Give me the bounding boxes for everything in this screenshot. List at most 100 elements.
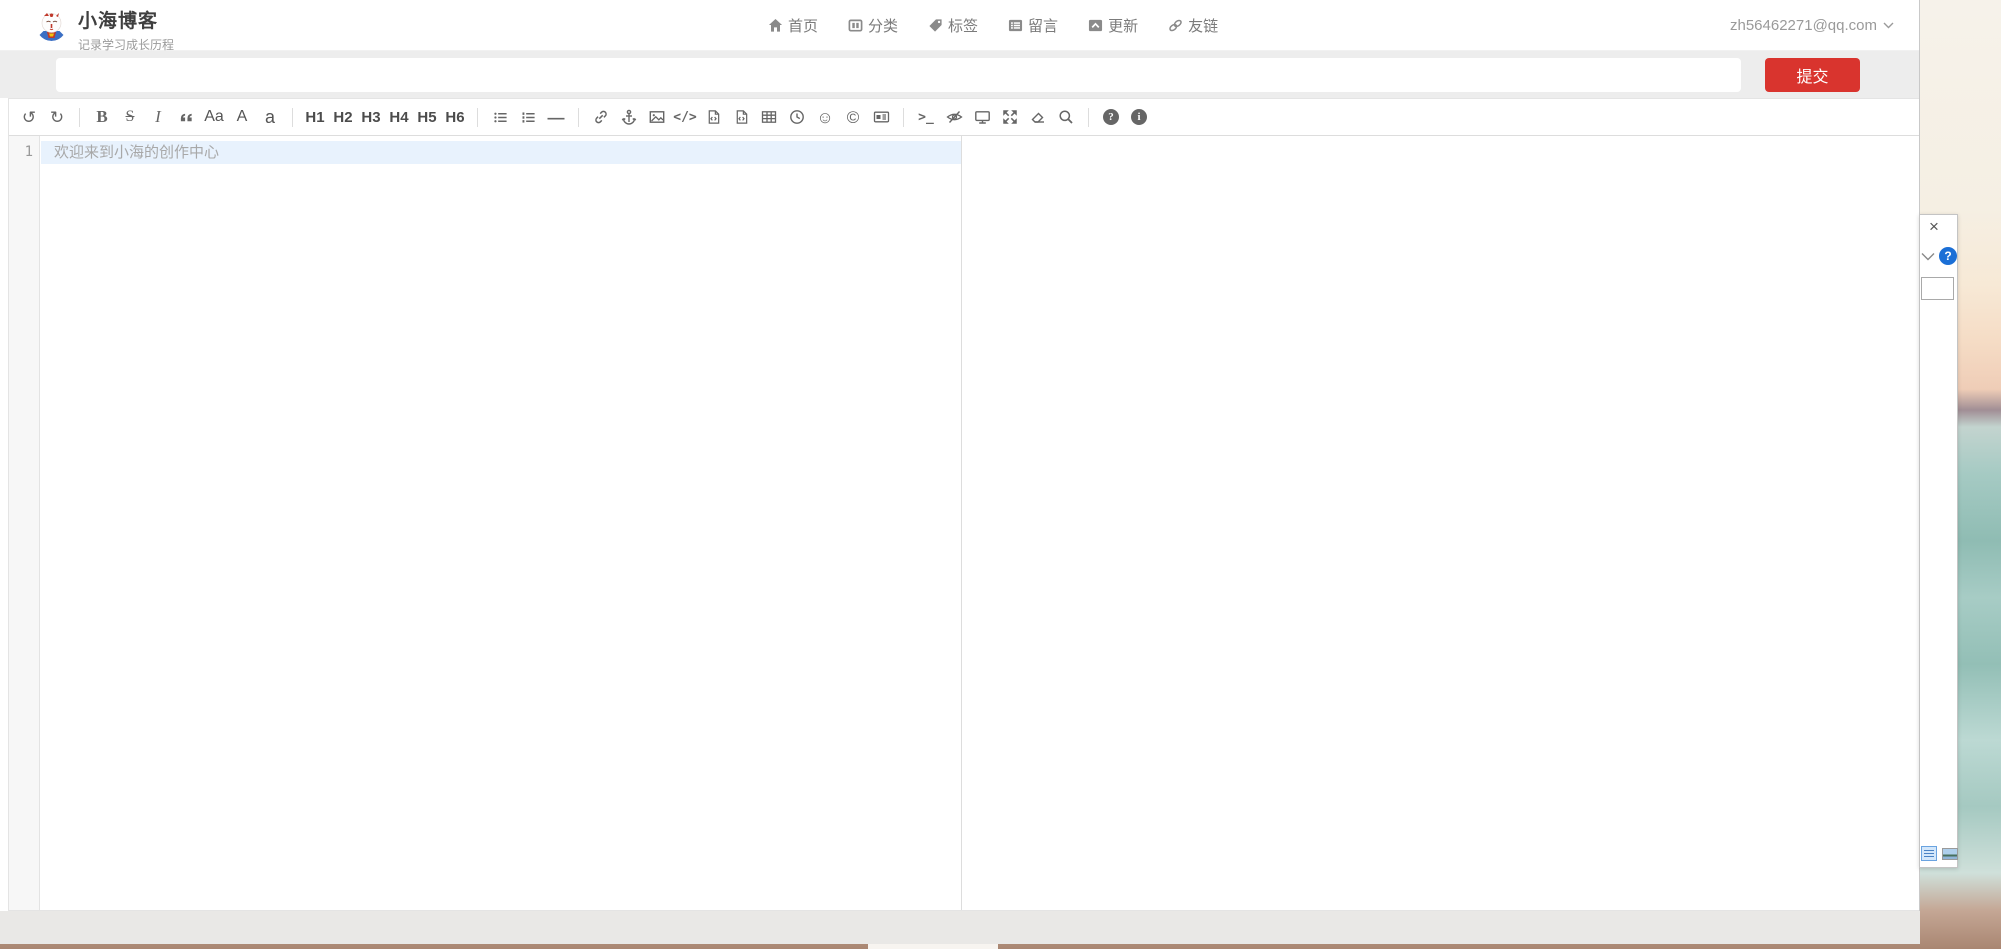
datetime-button[interactable] xyxy=(783,103,811,131)
toolbar-divider xyxy=(79,108,80,127)
h6-button[interactable]: H6 xyxy=(441,103,469,131)
chevron-down-icon xyxy=(1883,22,1894,29)
clear-button[interactable] xyxy=(1024,103,1052,131)
strikethrough-button[interactable]: S xyxy=(116,103,144,131)
code-pane[interactable]: 1 欢迎来到小海的创作中心 xyxy=(9,136,961,910)
link-button[interactable] xyxy=(587,103,615,131)
nav-item-updates[interactable]: 更新 xyxy=(1088,15,1138,36)
ucwords-button[interactable]: Aa xyxy=(200,103,228,131)
list-view-icon[interactable] xyxy=(1921,846,1937,861)
toolbar-divider xyxy=(292,108,293,127)
submit-button[interactable]: 提交 xyxy=(1765,58,1860,92)
h5-icon: H5 xyxy=(417,109,436,126)
undo-icon: ↺ xyxy=(22,109,36,126)
quote-button[interactable] xyxy=(172,103,200,131)
close-icon[interactable]: × xyxy=(1929,218,1939,235)
chevron-down-icon[interactable] xyxy=(1921,252,1935,261)
code-block-button[interactable] xyxy=(727,103,755,131)
eye-slash-icon xyxy=(946,109,963,125)
nav-label: 标签 xyxy=(948,15,978,36)
info-icon: i xyxy=(1131,109,1147,125)
nav-item-messages[interactable]: 留言 xyxy=(1008,15,1058,36)
code-block-icon xyxy=(734,109,749,125)
active-line-highlight[interactable]: 欢迎来到小海的创作中心 xyxy=(41,141,961,164)
image-thumbnail-icon[interactable] xyxy=(1942,848,1958,860)
editor-toolbar: ↺ ↻ B S I Aa A a H1 H2 H3 H4 H5 H6 — </> xyxy=(9,99,1919,136)
nav-item-friend-links[interactable]: 友链 xyxy=(1168,15,1218,36)
markdown-editor: ↺ ↻ B S I Aa A a H1 H2 H3 H4 H5 H6 — </> xyxy=(8,98,1919,911)
search-button[interactable] xyxy=(1052,103,1080,131)
nav-label: 友链 xyxy=(1188,15,1218,36)
code-icon: </> xyxy=(673,110,696,125)
lowercase-icon: a xyxy=(265,107,275,128)
nav-item-tags[interactable]: 标签 xyxy=(928,15,978,36)
watch-button[interactable] xyxy=(940,103,968,131)
eraser-icon xyxy=(1030,109,1046,125)
newspaper-icon xyxy=(873,109,890,125)
popup-input[interactable] xyxy=(1921,277,1954,300)
goto-line-button[interactable]: >_ xyxy=(912,103,940,131)
site-title: 小海博客 xyxy=(78,6,174,33)
preview-pane xyxy=(961,136,1919,910)
line-number-gutter: 1 xyxy=(9,136,40,910)
message-board-icon xyxy=(1008,18,1023,33)
fullscreen-button[interactable] xyxy=(996,103,1024,131)
edge-popup-panel: × ? xyxy=(1919,214,1958,868)
info-button[interactable]: i xyxy=(1125,103,1153,131)
image-button[interactable] xyxy=(643,103,671,131)
reference-link-button[interactable] xyxy=(615,103,643,131)
nav-item-categories[interactable]: 分类 xyxy=(848,15,898,36)
h3-button[interactable]: H3 xyxy=(357,103,385,131)
category-icon xyxy=(848,18,863,33)
help-icon: ? xyxy=(1103,109,1119,125)
pagebreak-button[interactable] xyxy=(867,103,895,131)
h4-icon: H4 xyxy=(389,109,408,126)
main-nav: 首页 分类 标签 留言 更新 友链 xyxy=(768,0,1218,51)
table-icon xyxy=(761,109,777,125)
redo-icon: ↻ xyxy=(50,109,64,126)
h1-button[interactable]: H1 xyxy=(301,103,329,131)
post-title-input[interactable] xyxy=(56,58,1741,92)
undo-button[interactable]: ↺ xyxy=(15,103,43,131)
help-button[interactable]: ? xyxy=(1097,103,1125,131)
emoji-button[interactable]: ☺ xyxy=(811,103,839,131)
lowercase-button[interactable]: a xyxy=(256,103,284,131)
site-logo-avatar[interactable] xyxy=(36,10,67,41)
italic-button[interactable]: I xyxy=(144,103,172,131)
preformatted-text-button[interactable] xyxy=(699,103,727,131)
popup-help-icon[interactable]: ? xyxy=(1939,247,1957,265)
strikethrough-icon: S xyxy=(126,108,135,126)
h2-icon: H2 xyxy=(333,109,352,126)
nav-label: 分类 xyxy=(868,15,898,36)
bold-icon: B xyxy=(96,107,107,127)
preview-button[interactable] xyxy=(968,103,996,131)
nav-label: 留言 xyxy=(1028,15,1058,36)
redo-button[interactable]: ↻ xyxy=(43,103,71,131)
list-ol-button[interactable] xyxy=(514,103,542,131)
html-entities-button[interactable]: © xyxy=(839,103,867,131)
toolbar-divider xyxy=(903,108,904,127)
table-button[interactable] xyxy=(755,103,783,131)
toolbar-divider xyxy=(477,108,478,127)
user-account-menu[interactable]: zh56462271@qq.com xyxy=(1730,0,1894,51)
clock-icon xyxy=(789,109,805,125)
list-ul-icon xyxy=(493,110,508,125)
link-icon xyxy=(593,109,609,125)
h5-button[interactable]: H5 xyxy=(413,103,441,131)
code-button[interactable]: </> xyxy=(671,103,699,131)
line-number: 1 xyxy=(9,141,39,164)
hr-button[interactable]: — xyxy=(542,103,570,131)
uppercase-button[interactable]: A xyxy=(228,103,256,131)
nav-item-home[interactable]: 首页 xyxy=(768,15,818,36)
anchor-icon xyxy=(621,109,637,125)
page: 小海博客 记录学习成长历程 首页 分类 标签 留言 更新 xyxy=(0,0,1920,944)
list-ol-icon xyxy=(521,110,536,125)
h4-button[interactable]: H4 xyxy=(385,103,413,131)
list-ul-button[interactable] xyxy=(486,103,514,131)
h2-button[interactable]: H2 xyxy=(329,103,357,131)
search-icon xyxy=(1058,109,1074,125)
site-identity: 小海博客 记录学习成长历程 xyxy=(78,6,174,53)
monitor-icon xyxy=(974,109,991,125)
bold-button[interactable]: B xyxy=(88,103,116,131)
tag-icon xyxy=(928,18,943,33)
